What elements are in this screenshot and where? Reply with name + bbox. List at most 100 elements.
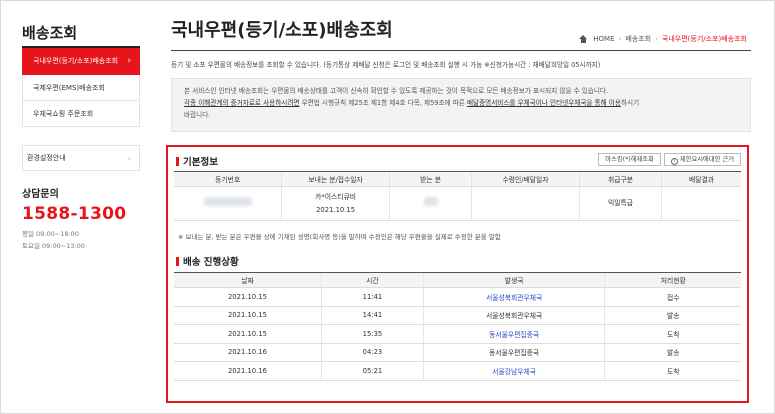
date-cell: 2021.10.15 <box>174 324 322 344</box>
hours-saturday: 토요일 09:00~13:00 <box>22 242 85 250</box>
heading-marker <box>176 256 179 266</box>
date-cell: 2021.10.16 <box>174 343 322 362</box>
sidebar-item-label: 우체국쇼핑 주문조회 <box>33 109 94 118</box>
office-link[interactable]: 동서울우편집중국 <box>489 331 539 339</box>
notice-text: 우편법 시행규칙 제25조 제1항 제4호 다목, 제59조에 따른 <box>299 99 467 107</box>
masked-value <box>423 196 438 206</box>
breadcrumb-current: 국내우편(등기/소포)배송조회 <box>661 35 747 43</box>
handling-type-cell: 익일특급 <box>578 186 662 221</box>
env-settings-link[interactable]: 환경설정안내 › <box>22 145 140 171</box>
recipient-cell <box>471 186 580 221</box>
notice-link-evidence[interactable]: 각종 이해관계의 증거자료로 사용하시려면 <box>184 99 299 107</box>
date-cell: 2021.10.15 <box>174 306 322 325</box>
sender-date: 2021.10.15 <box>316 205 356 214</box>
office-cell: 서울강남우체국 <box>422 361 605 381</box>
notice-line-1: 본 서비스인 인터넷 배송조회는 우편물의 배송상태를 고객이 신속히 확인할 … <box>184 87 609 95</box>
table-header-row: 등기번호 보내는 분/접수일자 받는 분 수령인/배달일자 취급구분 배달결과 <box>174 171 741 187</box>
basic-info-actions: 마스킹(*)해제조회 i 제한요시에대한 근거 <box>595 153 741 166</box>
breadcrumb-separator: › <box>618 35 622 43</box>
chevron-right-icon: › <box>127 56 131 66</box>
col-tracking-number: 등기번호 <box>174 171 282 187</box>
breadcrumb-separator: › <box>655 35 658 43</box>
col-time: 시간 <box>320 272 424 288</box>
breadcrumb-delivery[interactable]: 배송조회 <box>625 34 651 44</box>
result-highlight-box: 기본정보 마스킹(*)해제조회 i 제한요시에대한 근거 등기번호 보내는 분/접… <box>166 145 749 403</box>
office-cell: 동서울우편집중국 <box>422 324 605 344</box>
breadcrumb-home[interactable]: HOME <box>593 35 614 43</box>
sidebar-item-label: 국제우편(EMS)배송조회 <box>33 83 105 92</box>
office-cell: 동서울우편집중국 <box>422 343 605 362</box>
home-icon <box>579 35 588 43</box>
basic-info-note: ※ 보내는 분, 받는 분은 우편물 상에 기재된 성명(회사명 등)을 말하며… <box>178 233 501 241</box>
intro-text: 등기 및 소포 우편물의 배송정보를 조회할 수 있습니다. (등기통상 제배달… <box>171 61 601 69</box>
hours-weekday: 평일 09:00~18:00 <box>22 230 79 238</box>
col-sender: 보내는 분/접수일자 <box>281 171 390 187</box>
sender-name: 카*이스티큐비 <box>315 192 357 201</box>
table-row: 카*이스티큐비 2021.10.15 익일특급 <box>174 186 741 221</box>
info-icon: i <box>670 158 678 165</box>
sidebar-title: 배송조회 <box>22 22 140 48</box>
page-title: 국내우편(등기/소포)배송조회 <box>171 20 393 41</box>
basic-info-heading-text: 기본정보 <box>183 157 218 168</box>
table-row: 2021.10.15 15:35 동서울우편집중국 도착 <box>174 324 741 344</box>
table-row: 2021.10.16 05:21 서울강남우체국 도착 <box>174 361 741 381</box>
date-cell: 2021.10.16 <box>174 361 322 381</box>
col-status: 처리현황 <box>604 272 741 288</box>
table-header-row: 날짜 시간 발생국 처리현황 <box>174 272 741 288</box>
progress-heading-text: 배송 진행상황 <box>183 257 239 268</box>
table-row: 2021.10.16 04:23 동서울우편집중국 발송 <box>174 343 741 362</box>
notice-box: 본 서비스인 인터넷 배송조회는 우편물의 배송상태를 고객이 신속히 확인할 … <box>171 78 751 132</box>
office-link[interactable]: 서울성북회관우체국 <box>486 294 542 302</box>
status-cell: 도착 <box>604 361 741 381</box>
unmask-button[interactable]: 마스킹(*)해제조회 <box>598 153 661 166</box>
notice-line-2: 각종 이해관계의 증거자료로 사용하시려면 우편법 시행규칙 제25조 제1항 … <box>184 97 738 109</box>
date-cell: 2021.10.15 <box>174 287 322 307</box>
sidebar: 배송조회 국내우편(등기/소포)배송조회 › 국제우편(EMS)배송조회 우체국… <box>22 22 140 250</box>
notice-link-certified[interactable]: 배달증명서비스를 우체국이나 인터넷우체국을 통해 이용 <box>467 99 621 107</box>
table-row: 2021.10.15 14:41 서울성북회관우체국 발송 <box>174 306 741 325</box>
time-cell: 11:41 <box>320 287 424 307</box>
time-cell: 05:21 <box>320 361 424 381</box>
heading-marker <box>176 156 179 166</box>
office-link[interactable]: 서울강남우체국 <box>492 368 536 376</box>
col-recipient-date: 수령인/배달일자 <box>471 171 580 187</box>
time-cell: 14:41 <box>320 306 424 325</box>
receiver-cell <box>388 186 472 221</box>
sidebar-menu: 국내우편(등기/소포)배송조회 › 국제우편(EMS)배송조회 우체국쇼핑 주문… <box>22 48 140 127</box>
office-cell: 서울성북회관우체국 <box>422 287 605 307</box>
col-delivery-result: 배달결과 <box>661 171 741 187</box>
sidebar-item-ems[interactable]: 국제우편(EMS)배송조회 <box>22 75 140 101</box>
main-content: 국내우편(등기/소포)배송조회 HOME › 배송조회 › 국내우편(등기/소포… <box>171 16 751 132</box>
sender-cell: 카*이스티큐비 2021.10.15 <box>281 186 390 221</box>
sidebar-item-shopping[interactable]: 우체국쇼핑 주문조회 <box>22 101 140 127</box>
progress-table: 날짜 시간 발생국 처리현황 2021.10.15 11:41 서울성북회관우체… <box>174 272 741 381</box>
col-handling-type: 취급구분 <box>578 171 662 187</box>
notice-text: 하시기 <box>620 99 640 107</box>
tracking-number-cell <box>174 186 282 221</box>
status-cell: 발송 <box>604 306 741 325</box>
notice-line-3: 바랍니다. <box>184 111 211 119</box>
consult-title: 상담문의 <box>22 189 59 200</box>
time-cell: 04:23 <box>320 343 424 362</box>
sidebar-item-label: 국내우편(등기/소포)배송조회 <box>33 57 119 65</box>
basic-info-table: 등기번호 보내는 분/접수일자 받는 분 수령인/배달일자 취급구분 배달결과 … <box>174 171 741 221</box>
status-cell: 접수 <box>604 287 741 307</box>
time-cell: 15:35 <box>320 324 424 344</box>
breadcrumb: HOME › 배송조회 › 국내우편(등기/소포)배송조회 <box>575 34 747 44</box>
status-cell: 발송 <box>604 343 741 362</box>
status-cell: 도착 <box>604 324 741 344</box>
progress-heading: 배송 진행상황 <box>176 254 239 268</box>
basic-info-heading: 기본정보 <box>176 154 218 168</box>
table-row: 2021.10.15 11:41 서울성북회관우체국 접수 <box>174 287 741 307</box>
sidebar-item-domestic[interactable]: 국내우편(등기/소포)배송조회 › <box>22 48 140 75</box>
restriction-basis-label: 제한요시에대한 근거 <box>679 156 734 163</box>
col-receiver: 받는 분 <box>388 171 472 187</box>
env-settings-label: 환경설정안내 <box>27 154 66 162</box>
masked-value <box>203 196 252 206</box>
chevron-right-icon: › <box>127 153 131 163</box>
office-cell: 서울성북회관우체국 <box>422 306 605 325</box>
delivery-result-cell <box>661 186 741 221</box>
col-office: 발생국 <box>422 272 605 288</box>
restriction-basis-button[interactable]: i 제한요시에대한 근거 <box>663 153 741 166</box>
consult-phone: 1588-1300 <box>22 204 127 224</box>
